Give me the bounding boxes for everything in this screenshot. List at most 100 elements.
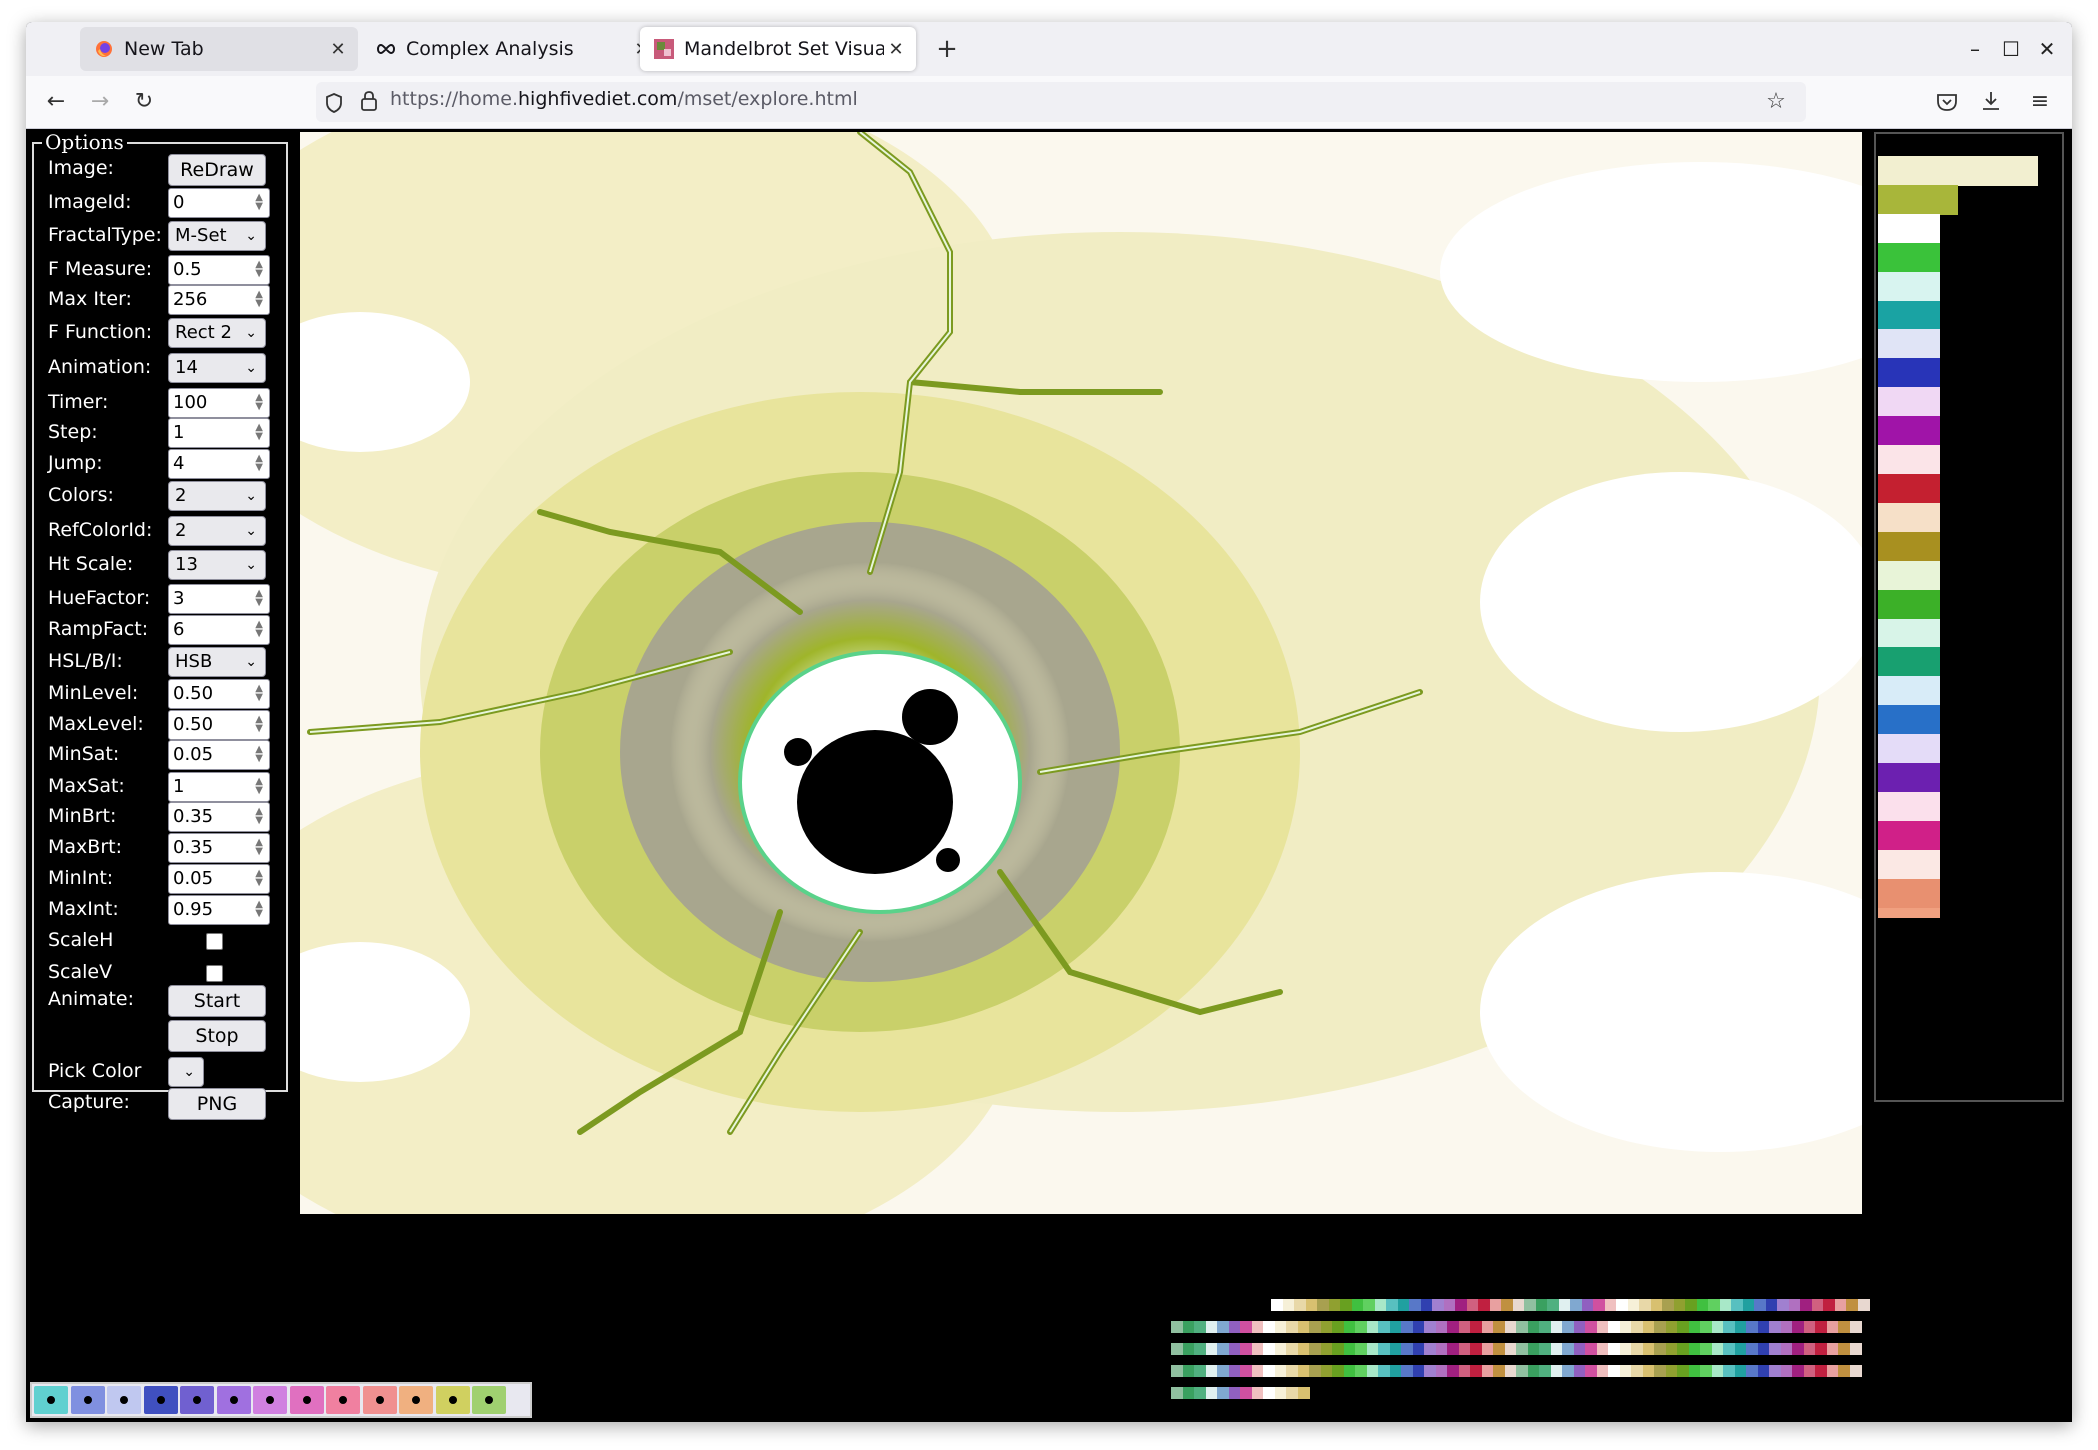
palette-swatch[interactable] bbox=[1849, 1321, 1862, 1333]
palette-swatch[interactable] bbox=[1378, 1321, 1390, 1333]
palette-swatch[interactable] bbox=[1274, 1387, 1287, 1399]
palette-swatch[interactable] bbox=[1501, 1299, 1513, 1311]
animation-thumbnail[interactable] bbox=[70, 1386, 105, 1414]
palette-swatch[interactable] bbox=[1826, 1343, 1839, 1355]
palette-swatch[interactable] bbox=[1378, 1365, 1390, 1377]
palette-swatch[interactable] bbox=[1777, 1299, 1789, 1311]
palette-swatch[interactable] bbox=[1642, 1365, 1655, 1377]
option-select[interactable]: M-Set ⌄ bbox=[168, 221, 266, 251]
animation-thumbnail[interactable] bbox=[216, 1386, 251, 1414]
palette-swatch[interactable] bbox=[1757, 1365, 1770, 1377]
reload-icon[interactable]: ↻ bbox=[128, 86, 160, 118]
palette-swatch[interactable] bbox=[1228, 1387, 1241, 1399]
palette-swatch[interactable] bbox=[1205, 1387, 1218, 1399]
animation-thumbnail[interactable] bbox=[180, 1386, 214, 1414]
palette-swatch[interactable] bbox=[1182, 1387, 1195, 1399]
option-select[interactable]: 2 ⌄ bbox=[168, 481, 266, 511]
palette-swatch[interactable] bbox=[1493, 1365, 1505, 1377]
palette-swatch[interactable] bbox=[1654, 1343, 1666, 1355]
option-select[interactable]: HSB ⌄ bbox=[168, 647, 266, 677]
palette-swatch[interactable] bbox=[1309, 1343, 1321, 1355]
palette-swatch[interactable] bbox=[1711, 1365, 1724, 1377]
palette-swatch[interactable] bbox=[1708, 1299, 1720, 1311]
palette-swatch[interactable] bbox=[1401, 1321, 1413, 1333]
palette-swatch[interactable] bbox=[1432, 1299, 1444, 1311]
option-number-input[interactable]: 0.05 ▲ ▼ bbox=[168, 740, 270, 770]
palette-swatch[interactable] bbox=[1320, 1321, 1333, 1333]
palette-swatch[interactable] bbox=[1458, 1365, 1471, 1377]
palette-swatch[interactable] bbox=[1619, 1365, 1632, 1377]
palette-swatch[interactable] bbox=[1811, 1299, 1824, 1311]
option-select[interactable]: 2 ⌄ bbox=[168, 516, 266, 546]
palette-swatch[interactable] bbox=[1366, 1365, 1379, 1377]
palette-swatch[interactable] bbox=[1263, 1387, 1275, 1399]
palette-swatch[interactable] bbox=[1297, 1343, 1310, 1355]
option-number-input[interactable]: 0.50 ▲ ▼ bbox=[168, 710, 270, 740]
palette-swatch[interactable] bbox=[1320, 1365, 1333, 1377]
palette-swatch[interactable] bbox=[1205, 1343, 1218, 1355]
palette-swatch[interactable] bbox=[1443, 1299, 1456, 1311]
palette-swatch[interactable] bbox=[1608, 1343, 1620, 1355]
palette-swatch[interactable] bbox=[1263, 1321, 1275, 1333]
palette-swatch[interactable] bbox=[1320, 1343, 1333, 1355]
option-number-input[interactable]: 0.5 ▲ ▼ bbox=[168, 255, 270, 285]
palette-swatch[interactable] bbox=[1355, 1365, 1367, 1377]
animation-thumbnail[interactable] bbox=[253, 1386, 287, 1414]
palette-swatch[interactable] bbox=[1608, 1321, 1620, 1333]
palette-swatch[interactable] bbox=[1803, 1321, 1816, 1333]
menu-hamburger-icon[interactable]: ≡ bbox=[2024, 86, 2056, 118]
close-tab-icon[interactable]: ✕ bbox=[884, 39, 908, 60]
palette-swatch[interactable] bbox=[1723, 1365, 1735, 1377]
palette-swatch[interactable] bbox=[1792, 1365, 1804, 1377]
palette-swatch[interactable] bbox=[1447, 1321, 1459, 1333]
palette-swatch[interactable] bbox=[1838, 1321, 1850, 1333]
option-select[interactable]: 13 ⌄ bbox=[168, 550, 266, 580]
palette-swatch[interactable] bbox=[1711, 1343, 1724, 1355]
palette-swatch[interactable] bbox=[1435, 1365, 1448, 1377]
palette-swatch[interactable] bbox=[1286, 1387, 1298, 1399]
animation-thumbnail[interactable] bbox=[435, 1386, 470, 1414]
palette-swatch[interactable] bbox=[1558, 1299, 1571, 1311]
palette-swatch[interactable] bbox=[1274, 1343, 1287, 1355]
animation-thumbnail[interactable] bbox=[34, 1386, 68, 1414]
palette-swatch[interactable] bbox=[1351, 1299, 1364, 1311]
option-number-input[interactable]: 256 ▲ ▼ bbox=[168, 285, 270, 315]
palette-swatch[interactable] bbox=[1593, 1299, 1605, 1311]
option-number-input[interactable]: 0.05 ▲ ▼ bbox=[168, 864, 270, 894]
spinner-arrows-icon[interactable]: ▲ ▼ bbox=[255, 193, 263, 212]
spinner-arrows-icon[interactable]: ▲ ▼ bbox=[255, 838, 263, 857]
palette-swatch[interactable] bbox=[1719, 1299, 1732, 1311]
palette-swatch[interactable] bbox=[1401, 1343, 1413, 1355]
palette-swatch[interactable] bbox=[1700, 1321, 1712, 1333]
palette-swatch[interactable] bbox=[1631, 1343, 1643, 1355]
option-number-input[interactable]: 1 ▲ ▼ bbox=[168, 772, 270, 802]
palette-swatch[interactable] bbox=[1397, 1299, 1410, 1311]
palette-swatch[interactable] bbox=[1527, 1321, 1540, 1333]
palette-swatch[interactable] bbox=[1466, 1299, 1479, 1311]
palette-swatch[interactable] bbox=[1228, 1343, 1241, 1355]
palette-swatch[interactable] bbox=[1723, 1321, 1735, 1333]
option-select[interactable]: Rect 2 ⌄ bbox=[168, 318, 266, 348]
palette-swatch[interactable] bbox=[1803, 1365, 1816, 1377]
palette-swatch[interactable] bbox=[1550, 1321, 1563, 1333]
palette-swatch[interactable] bbox=[1769, 1365, 1781, 1377]
palette-swatch[interactable] bbox=[1742, 1299, 1755, 1311]
shield-icon[interactable] bbox=[324, 92, 344, 114]
animation-thumbnail-strip[interactable] bbox=[30, 1382, 532, 1418]
lock-icon[interactable] bbox=[360, 90, 378, 112]
palette-swatch[interactable] bbox=[1504, 1343, 1517, 1355]
palette-swatch[interactable] bbox=[1849, 1365, 1862, 1377]
palette-swatch[interactable] bbox=[1642, 1321, 1655, 1333]
palette-swatch[interactable] bbox=[1654, 1321, 1666, 1333]
palette-swatch[interactable] bbox=[1516, 1365, 1528, 1377]
palette-swatch[interactable] bbox=[1297, 1321, 1310, 1333]
spinner-arrows-icon[interactable]: ▲ ▼ bbox=[255, 715, 263, 734]
palette-swatch[interactable] bbox=[1332, 1321, 1344, 1333]
palette-swatch[interactable] bbox=[1757, 1343, 1770, 1355]
spinner-arrows-icon[interactable]: ▲ ▼ bbox=[255, 589, 263, 608]
palette-swatch[interactable] bbox=[1665, 1365, 1678, 1377]
palette-swatch[interactable] bbox=[1780, 1365, 1793, 1377]
palette-swatch[interactable] bbox=[1217, 1343, 1229, 1355]
option-button-redraw[interactable]: ReDraw bbox=[168, 154, 266, 186]
palette-swatch[interactable] bbox=[1815, 1365, 1827, 1377]
